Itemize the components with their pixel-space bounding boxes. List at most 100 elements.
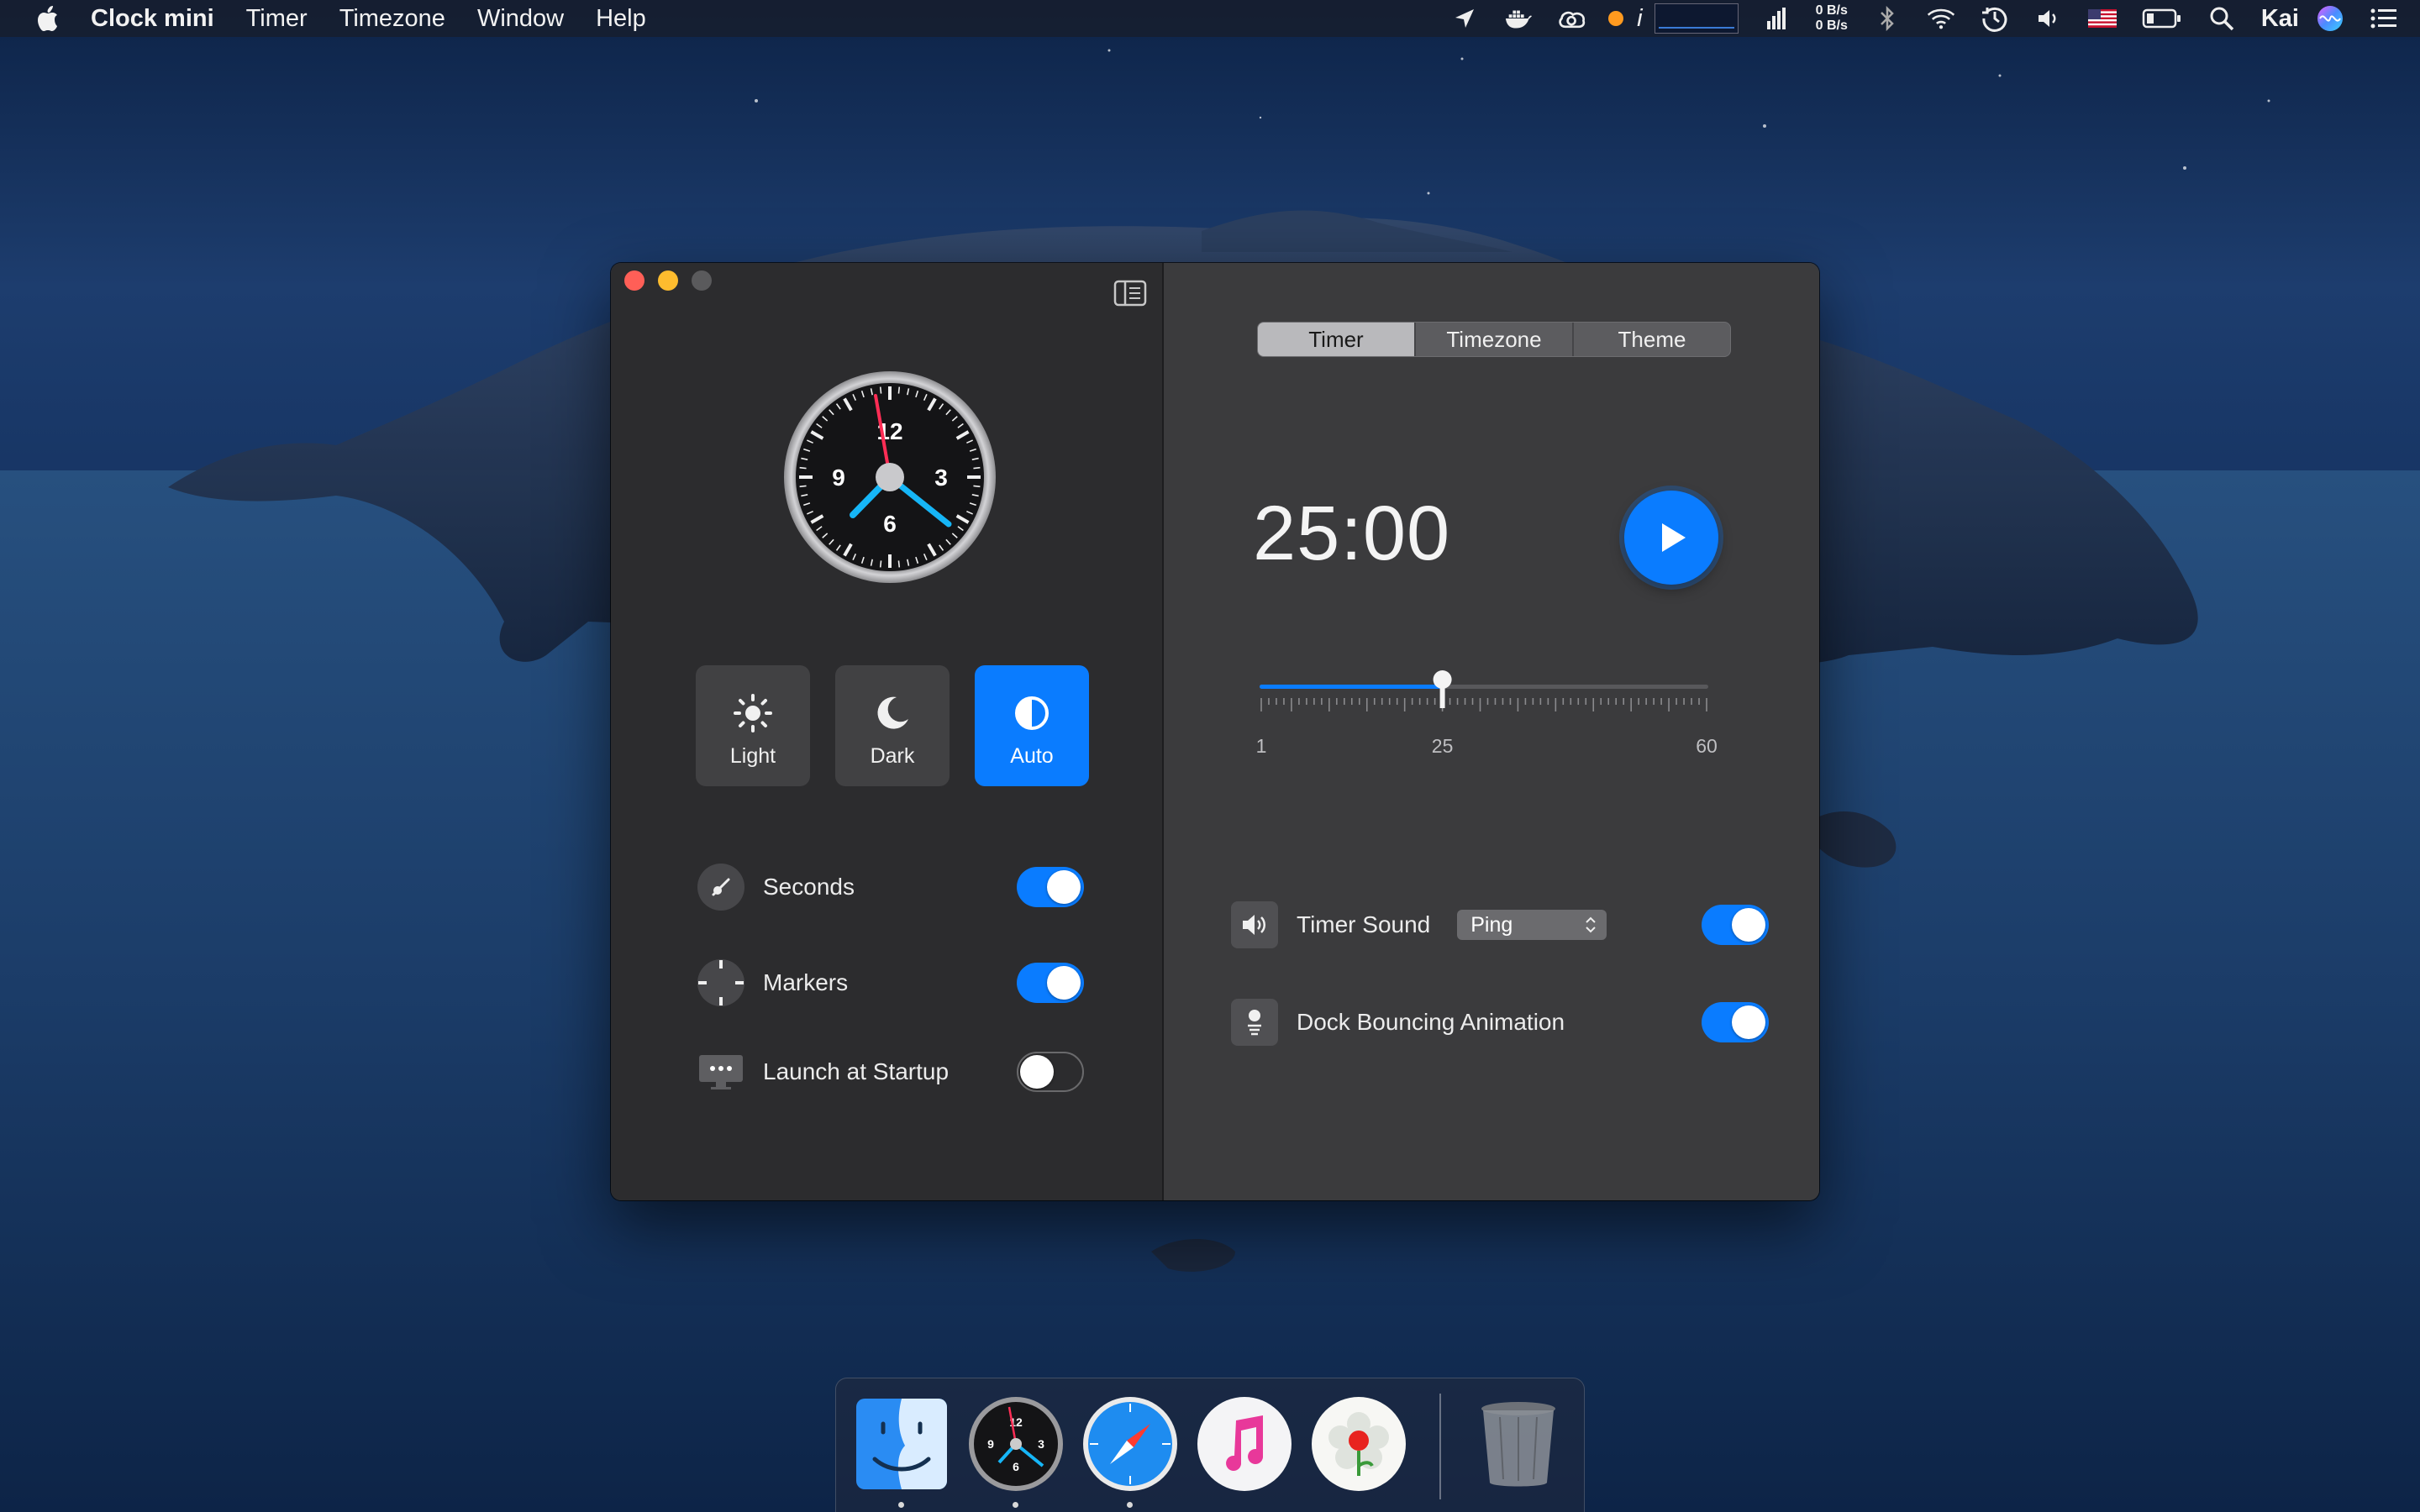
status-menus: i 0 B/s 0 B/s Kai: [1425, 0, 2420, 37]
net-down-text: 0 B/s: [1815, 18, 1848, 33]
slider-min-label: 1: [1255, 735, 1267, 757]
clock-numeral-3: 3: [934, 465, 948, 491]
launch-at-startup-toggle[interactable]: [1017, 1052, 1084, 1092]
slider-thumb[interactable]: [1433, 670, 1452, 708]
bouncing-icon: [1231, 999, 1278, 1046]
markers-toggle[interactable]: [1017, 963, 1084, 1003]
svg-text:3: 3: [1038, 1437, 1044, 1451]
markers-icon: [697, 959, 744, 1006]
timer-sound-select[interactable]: Ping: [1457, 910, 1607, 940]
tab-timezone[interactable]: Timezone: [1414, 323, 1572, 356]
second-hand-icon: [697, 864, 744, 911]
tab-timer[interactable]: Timer: [1258, 323, 1414, 356]
net-up-text: 0 B/s: [1815, 3, 1848, 18]
clock-mini-dock-icon[interactable]: 12 3 6 9: [967, 1395, 1065, 1493]
app-name-menu[interactable]: Clock mini: [91, 5, 214, 33]
duration-slider[interactable]: 1 25 60: [1256, 651, 1718, 757]
spotlight-icon[interactable]: [2207, 4, 2236, 33]
running-indicator-safari: [1127, 1502, 1133, 1508]
battery-icon[interactable]: [2142, 4, 2182, 33]
clock-center-cap: [876, 463, 904, 491]
slider-track: [1260, 670, 1708, 711]
notification-center-icon[interactable]: [2370, 4, 2398, 33]
creative-cloud-icon[interactable]: [1558, 4, 1586, 33]
volume-icon[interactable]: [2034, 4, 2063, 33]
user-name[interactable]: Kai: [2261, 5, 2299, 33]
tab-theme[interactable]: Theme: [1572, 323, 1730, 356]
signal-bars-icon[interactable]: [1764, 4, 1792, 33]
dock: 12 3 6 9: [835, 1378, 1585, 1512]
play-button[interactable]: [1624, 491, 1718, 585]
photo-app-icon[interactable]: [1310, 1395, 1407, 1493]
moon-icon: [877, 696, 908, 729]
running-indicator-clock-mini: [1013, 1502, 1018, 1508]
docker-icon[interactable]: [1504, 4, 1533, 33]
time-machine-icon[interactable]: [1981, 4, 2009, 33]
dock-separator: [1439, 1394, 1441, 1499]
seconds-toggle[interactable]: [1017, 867, 1084, 907]
theme-dark-label: Dark: [870, 744, 915, 768]
slider-value-label: 25: [1431, 735, 1454, 757]
running-indicator-finder: [898, 1502, 904, 1508]
display-icon: [697, 1048, 744, 1095]
clock-numeral-9: 9: [832, 465, 845, 491]
speaker-icon: [1231, 901, 1278, 948]
network-speed[interactable]: 0 B/s 0 B/s: [1816, 3, 1848, 34]
menu-window[interactable]: Window: [477, 5, 564, 33]
safari-icon[interactable]: [1081, 1395, 1179, 1493]
svg-text:9: 9: [987, 1437, 994, 1451]
clock-tick: [897, 560, 901, 568]
clock-tick: [973, 466, 981, 470]
itunes-icon[interactable]: [1196, 1395, 1293, 1493]
theme-auto-button[interactable]: Auto: [975, 665, 1089, 786]
us-flag-icon[interactable]: [2087, 9, 2117, 28]
finder-icon[interactable]: [853, 1395, 950, 1493]
clock-tick: [897, 386, 901, 394]
trash-icon[interactable]: [1470, 1395, 1567, 1493]
bluetooth-icon[interactable]: [1873, 4, 1902, 33]
slider-ticks: [1260, 698, 1707, 711]
setting-seconds-label: Seconds: [763, 874, 855, 900]
clock-numeral-6: 6: [883, 511, 897, 537]
location-arrow-icon[interactable]: [1450, 4, 1479, 33]
analog-clock: 12 3 6 9: [784, 371, 996, 583]
theme-auto-label: Auto: [1010, 744, 1054, 768]
half-circle-icon: [1015, 696, 1049, 730]
timer-sound-value: Ping: [1470, 912, 1513, 937]
theme-light-label: Light: [729, 744, 776, 768]
menu-timezone[interactable]: Timezone: [339, 5, 445, 33]
timer-sound-toggle[interactable]: [1702, 905, 1769, 945]
tab-bar: Timer Timezone Theme: [1257, 322, 1731, 357]
menu-help[interactable]: Help: [596, 5, 646, 33]
wifi-icon[interactable]: [1927, 4, 1955, 33]
sidebar-toggle-icon[interactable]: [1113, 280, 1147, 307]
orange-dot-icon[interactable]: [1608, 11, 1624, 26]
menu-bar: Clock mini Timer Timezone Window Help i …: [0, 0, 2420, 37]
close-button[interactable]: [624, 270, 644, 291]
network-graph-icon[interactable]: [1654, 3, 1739, 34]
sidebar: 12 3 6 9 Light Dark Auto Seconds Markers…: [611, 263, 1164, 1200]
timer-sound-label: Timer Sound: [1297, 911, 1431, 937]
setting-launch-at-startup: Launch at Startup: [697, 1045, 1084, 1099]
slider-fill: [1260, 685, 1443, 689]
setting-seconds: Seconds: [697, 860, 1084, 914]
svg-text:6: 6: [1013, 1460, 1019, 1473]
timer-sound-row: Timer Sound Ping: [1231, 900, 1769, 950]
slider-max-label: 60: [1696, 735, 1718, 757]
zoom-button[interactable]: [692, 270, 712, 291]
chevron-updown-icon: [1586, 916, 1596, 933]
apple-logo-icon[interactable]: [32, 2, 66, 35]
menu-timer[interactable]: Timer: [246, 5, 308, 33]
siri-icon[interactable]: [2316, 4, 2344, 33]
sun-icon: [734, 694, 772, 732]
dock-bouncing-row: Dock Bouncing Animation: [1231, 997, 1769, 1047]
theme-light-button[interactable]: Light: [696, 665, 810, 786]
theme-dark-button[interactable]: Dark: [835, 665, 950, 786]
clock-tick: [799, 466, 807, 470]
dock-bouncing-toggle[interactable]: [1702, 1002, 1769, 1042]
setting-markers-label: Markers: [763, 969, 849, 995]
minimize-button[interactable]: [658, 270, 678, 291]
play-icon: [1662, 523, 1686, 552]
setting-launch-label: Launch at Startup: [763, 1058, 950, 1084]
info-icon[interactable]: i: [1637, 5, 1642, 33]
